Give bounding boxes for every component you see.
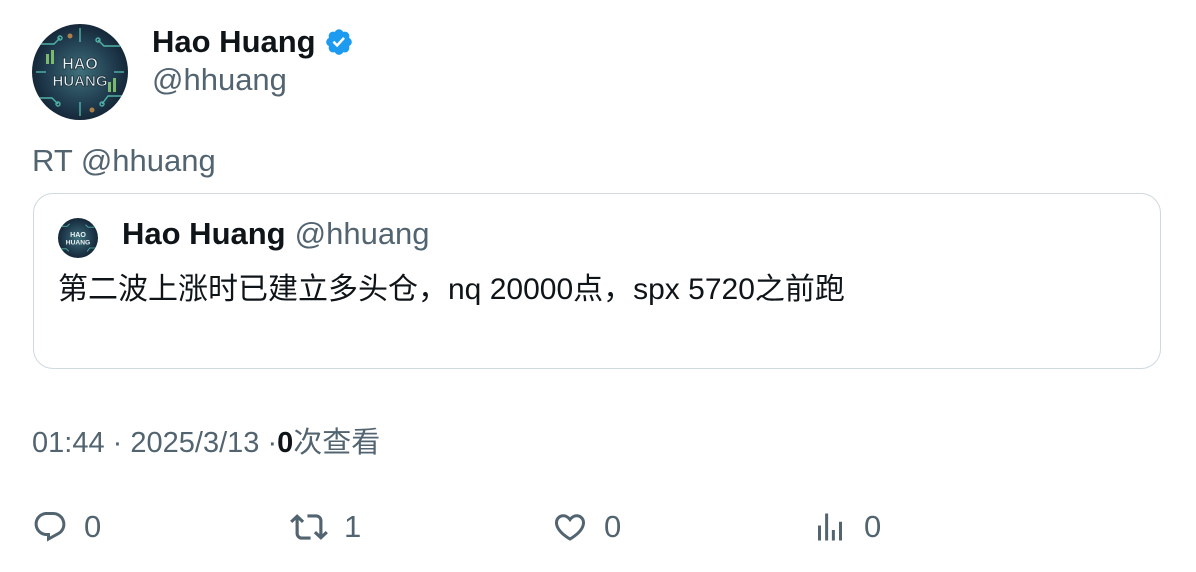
quoted-avatar-logo-text-1: HAO [70, 231, 86, 239]
quoted-author-avatar[interactable]: HAO HUANG [58, 218, 98, 258]
tweet-time[interactable]: 01:44 [32, 427, 105, 459]
author-name[interactable]: Hao Huang [152, 24, 316, 60]
reply-button[interactable]: 0 [32, 502, 101, 552]
meta-separator: · [267, 427, 278, 459]
author-avatar[interactable]: HAO HUANG [32, 24, 128, 120]
tweet-date[interactable]: 2025/3/13 [130, 427, 259, 459]
action-bar: 0 1 0 0 [0, 502, 1196, 552]
author-name-row: Hao Huang [152, 22, 354, 62]
quoted-author-handle[interactable]: @hhuang [295, 216, 430, 252]
views-button[interactable]: 0 [812, 502, 881, 552]
views-action-count: 0 [864, 509, 882, 544]
quoted-tweet-card[interactable]: HAO HUANG Hao Huang @hhuang 第二波上涨时已建立多头仓… [33, 193, 1161, 369]
tweet: HAO HUANG Hao Huang @hhuang RT @hhuang H… [0, 0, 1196, 572]
heart-icon [552, 509, 588, 545]
reply-count: 0 [84, 509, 102, 544]
reply-icon [32, 509, 68, 545]
retweet-count: 1 [344, 509, 362, 544]
retweet-text: RT @hhuang [32, 143, 216, 178]
quoted-author-name[interactable]: Hao Huang [122, 216, 286, 252]
retweet-icon [290, 508, 328, 546]
bar-chart-icon [812, 509, 848, 545]
retweet-button[interactable]: 1 [290, 502, 361, 552]
tweet-meta: 01:44 · 2025/3/13 ·0次查看 [32, 419, 380, 461]
verified-badge-icon [324, 27, 354, 57]
views-count: 0 [277, 427, 294, 459]
meta-separator: · [112, 427, 123, 459]
like-count: 0 [604, 509, 622, 544]
like-button[interactable]: 0 [552, 502, 621, 552]
avatar-logo-text-2: HUANG [53, 73, 108, 90]
quoted-tweet-text: 第二波上涨时已建立多头仓，nq 20000点，spx 5720之前跑 [58, 273, 845, 306]
quoted-author-row: Hao Huang @hhuang [122, 214, 430, 254]
author-handle[interactable]: @hhuang [152, 62, 287, 98]
avatar-logo-text-1: HAO [62, 56, 98, 73]
views-label: 次查看 [293, 427, 381, 459]
quoted-avatar-logo-text-2: HUANG [66, 239, 90, 246]
